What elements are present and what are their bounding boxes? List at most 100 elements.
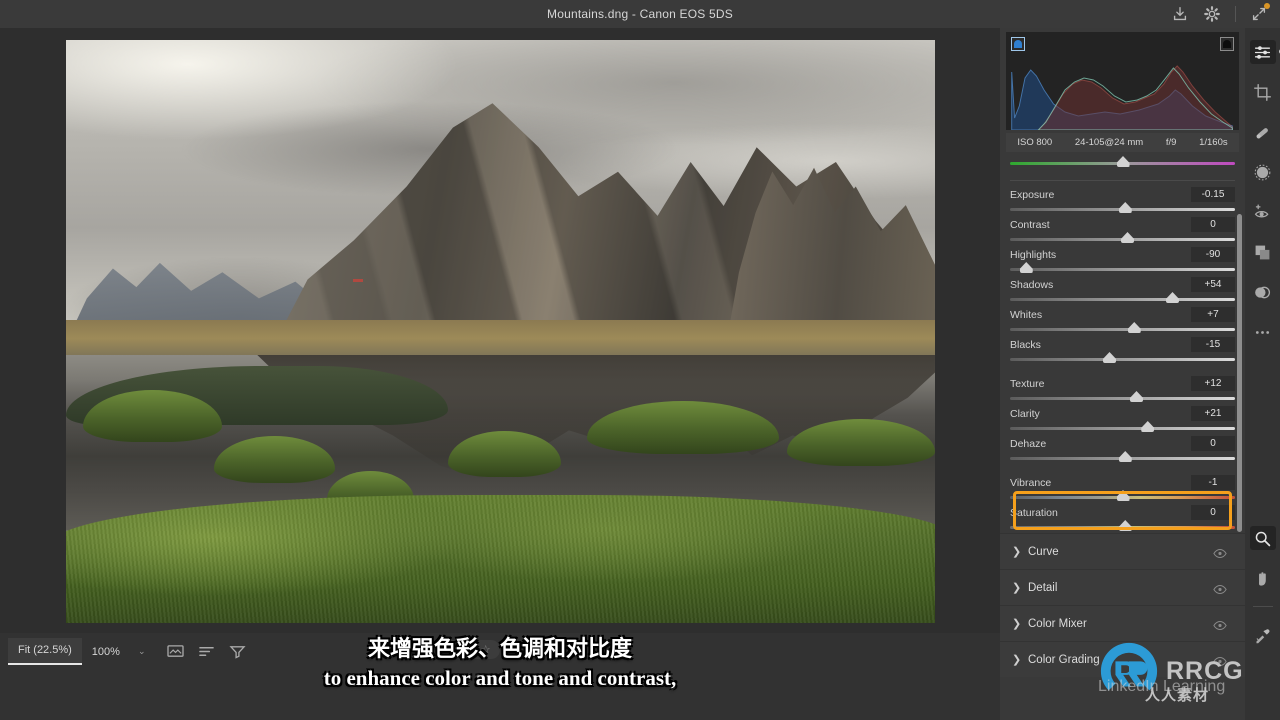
slider-knob[interactable] — [1116, 490, 1130, 501]
section-curve[interactable]: ❯ Curve — [1000, 533, 1245, 569]
iso-value: ISO 800 — [1017, 137, 1053, 148]
eye-icon[interactable] — [1213, 618, 1227, 636]
view-option-buttons — [167, 644, 247, 659]
toolbar-divider — [1235, 6, 1236, 22]
fullscreen-icon[interactable] — [1250, 3, 1270, 23]
slider-track[interactable] — [1010, 232, 1235, 243]
crop-icon[interactable] — [1250, 80, 1276, 104]
edit-sliders-icon[interactable] — [1249, 40, 1280, 64]
more-options-icon[interactable] — [1250, 320, 1276, 344]
notification-dot — [1264, 3, 1270, 9]
slider-knob[interactable] — [1166, 292, 1179, 303]
eye-icon[interactable] — [1213, 582, 1227, 600]
histogram[interactable] — [1006, 32, 1239, 130]
slider-texture[interactable]: Texture +12 — [1010, 376, 1235, 402]
tint-knob[interactable] — [1116, 156, 1130, 167]
eye-icon[interactable] — [1213, 654, 1227, 672]
chevron-right-icon[interactable]: ❯ — [1012, 581, 1028, 594]
slider-track[interactable] — [1010, 292, 1235, 303]
gear-icon[interactable] — [1203, 5, 1221, 23]
slider-knob[interactable] — [1141, 421, 1155, 432]
slider-shadows[interactable]: Shadows +54 — [1010, 277, 1235, 303]
slider-track[interactable] — [1010, 490, 1235, 501]
slider-track[interactable] — [1010, 322, 1235, 333]
presets-icon[interactable] — [1250, 240, 1276, 264]
slider-track[interactable] — [1010, 421, 1235, 432]
slider-knob[interactable] — [1130, 391, 1143, 402]
panel-scrollbar[interactable] — [1237, 214, 1242, 532]
slider-knob[interactable] — [1118, 520, 1132, 531]
slider-value[interactable]: -0.15 — [1191, 187, 1235, 202]
slider-value[interactable]: 0 — [1191, 436, 1235, 451]
zoom-100-button[interactable]: 100% — [82, 640, 130, 664]
star-rating[interactable]: ☆ ☆ ☆ — [432, 640, 500, 659]
hand-icon[interactable] — [1250, 566, 1276, 590]
slider-clarity[interactable]: Clarity +21 — [1010, 406, 1235, 432]
photo-preview[interactable] — [66, 40, 935, 623]
star-icon[interactable]: ☆ — [441, 643, 451, 656]
slider-track[interactable] — [1010, 520, 1235, 531]
shadow-clipping-toggle[interactable] — [1011, 37, 1025, 51]
slider-knob[interactable] — [1118, 451, 1132, 462]
chevron-right-icon[interactable]: ❯ — [1012, 653, 1028, 666]
slider-value[interactable]: -1 — [1191, 475, 1235, 490]
slider-blacks[interactable]: Blacks -15 — [1010, 337, 1235, 363]
slider-knob[interactable] — [1019, 262, 1033, 273]
red-eye-icon[interactable] — [1250, 200, 1276, 224]
snapshots-icon[interactable] — [1250, 280, 1276, 304]
section-color-grading[interactable]: ❯ Color Grading — [1000, 641, 1245, 677]
slider-value[interactable]: +12 — [1191, 376, 1235, 391]
slider-vibrance[interactable]: Vibrance -1 — [1010, 475, 1235, 501]
histogram-curves — [1011, 65, 1233, 130]
slider-track[interactable] — [1010, 391, 1235, 402]
zoom-icon[interactable] — [1249, 526, 1276, 550]
lens-value: 24-105@24 mm — [1074, 137, 1144, 148]
slider-exposure[interactable]: Exposure -0.15 — [1010, 187, 1235, 213]
chevron-down-icon[interactable]: ⌄ — [130, 640, 154, 663]
slider-knob[interactable] — [1118, 202, 1132, 213]
slider-value[interactable]: +54 — [1191, 277, 1235, 292]
image-canvas[interactable] — [0, 28, 1000, 633]
save-icon[interactable] — [1171, 5, 1189, 23]
slider-whites[interactable]: Whites +7 — [1010, 307, 1235, 333]
section-label: Curve — [1028, 545, 1059, 558]
slider-value[interactable]: -90 — [1191, 247, 1235, 262]
star-icon[interactable]: ☆ — [461, 643, 471, 656]
slider-knob[interactable] — [1127, 322, 1141, 333]
slider-value[interactable]: -15 — [1191, 337, 1235, 352]
slider-track[interactable] — [1010, 262, 1235, 273]
section-detail[interactable]: ❯ Detail — [1000, 569, 1245, 605]
sort-icon[interactable] — [198, 644, 215, 659]
slider-dehaze[interactable]: Dehaze 0 — [1010, 436, 1235, 462]
healing-brush-icon[interactable] — [1250, 120, 1276, 144]
toolbar-divider — [1252, 606, 1273, 607]
slider-track[interactable] — [1010, 202, 1235, 213]
slider-track[interactable] — [1010, 352, 1235, 363]
fit-zoom-button[interactable]: Fit (22.5%) — [8, 638, 82, 665]
eye-icon[interactable] — [1213, 546, 1227, 564]
star-icon[interactable]: ☆ — [481, 643, 491, 656]
exif-metadata-bar: ISO 800 24-105@24 mm f/9 1/160s — [1006, 133, 1239, 152]
slider-highlights[interactable]: Highlights -90 — [1010, 247, 1235, 273]
slider-contrast[interactable]: Contrast 0 — [1010, 217, 1235, 243]
highlight-clipping-toggle[interactable] — [1220, 37, 1234, 51]
slider-group-divider — [1010, 361, 1235, 370]
slider-value[interactable]: +7 — [1191, 307, 1235, 322]
slider-value[interactable]: 0 — [1191, 505, 1235, 520]
tint-slider[interactable] — [1010, 156, 1235, 171]
chevron-right-icon[interactable]: ❯ — [1012, 545, 1028, 558]
eyedropper-icon[interactable] — [1250, 623, 1276, 647]
slider-value[interactable]: +21 — [1191, 406, 1235, 421]
section-color-mixer[interactable]: ❯ Color Mixer — [1000, 605, 1245, 641]
tool-rail — [1245, 28, 1280, 720]
slider-track[interactable] — [1010, 451, 1235, 462]
slider-knob[interactable] — [1121, 232, 1134, 243]
zoom-controls: Fit (22.5%) 100% ⌄ — [8, 638, 247, 665]
masking-icon[interactable] — [1250, 160, 1276, 184]
slider-saturation[interactable]: Saturation 0 — [1010, 505, 1235, 531]
chevron-right-icon[interactable]: ❯ — [1012, 617, 1028, 630]
slider-value[interactable]: 0 — [1191, 217, 1235, 232]
filter-icon[interactable] — [229, 644, 247, 659]
slider-knob[interactable] — [1103, 352, 1116, 363]
thumbnail-icon[interactable] — [167, 644, 185, 659]
